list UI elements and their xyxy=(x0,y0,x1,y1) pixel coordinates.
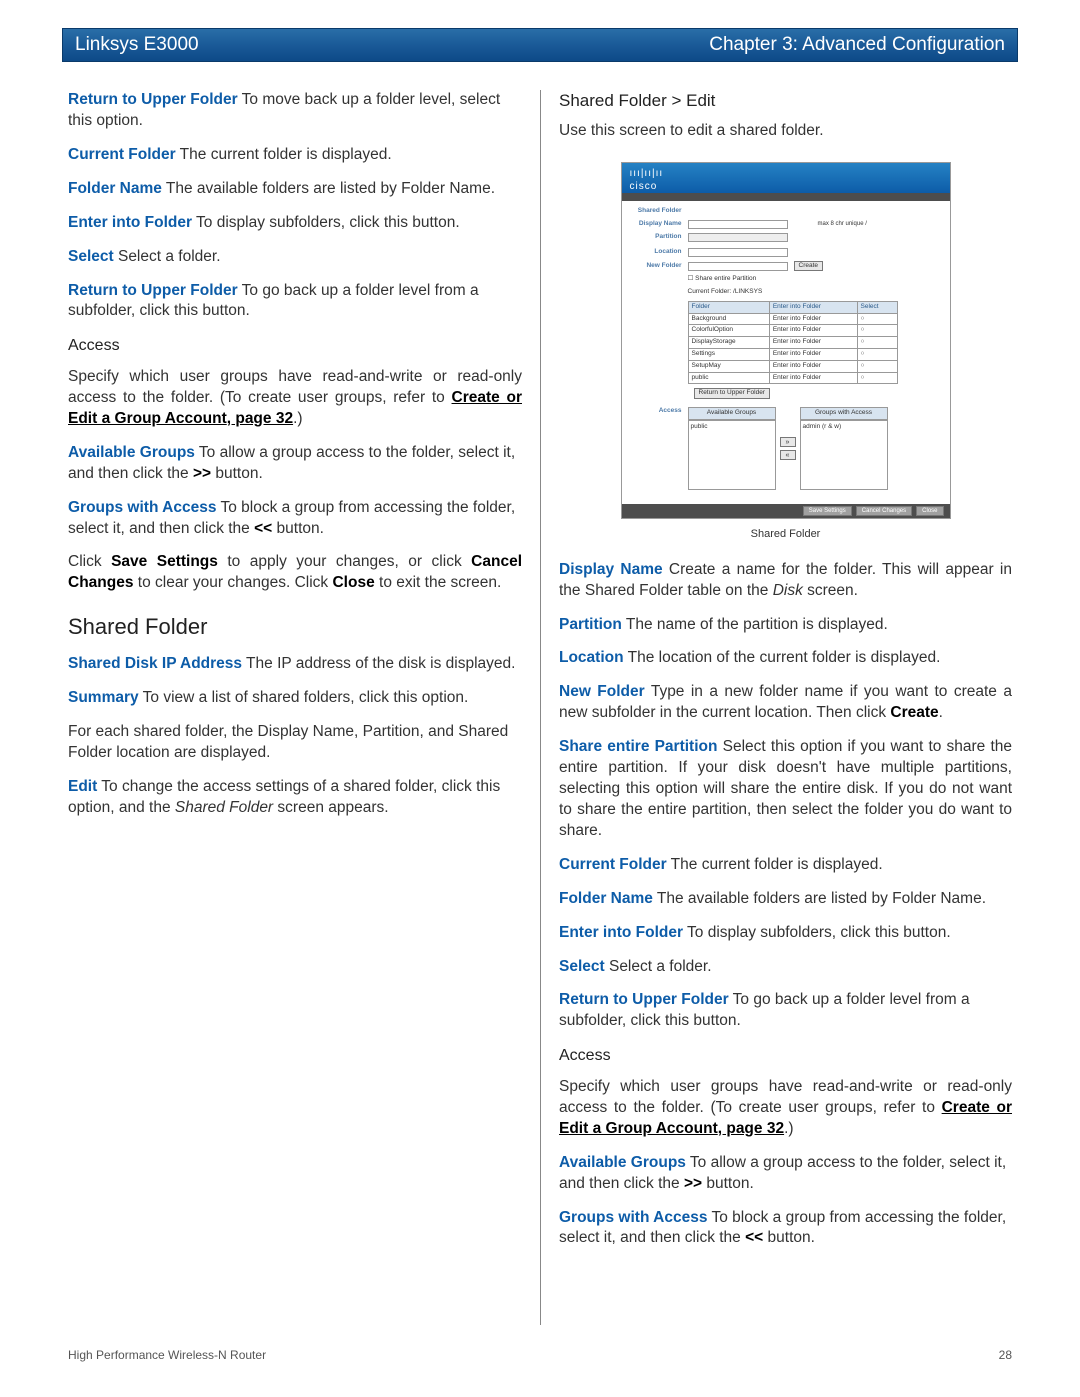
para: Edit To change the access settings of a … xyxy=(68,777,522,819)
section-heading: Shared Folder > Edit xyxy=(559,90,1012,113)
para: Groups with Access To block a group from… xyxy=(68,498,522,540)
cancel-changes-button: Cancel Changes xyxy=(856,506,912,516)
section-heading: Shared Folder xyxy=(68,612,522,642)
page-footer: High Performance Wireless-N Router 28 xyxy=(68,1347,1012,1363)
xref-page[interactable]: , page 32 xyxy=(718,1120,784,1137)
term-label: Partition xyxy=(559,616,622,633)
content-columns: Return to Upper Folder To move back up a… xyxy=(68,90,1012,1325)
para: Location The location of the current fol… xyxy=(559,648,1012,669)
figure-footer: Save Settings Cancel Changes Close xyxy=(622,504,950,518)
term-label: Return to Upper Folder xyxy=(68,282,238,299)
figure-header: ııı|ıı|ııcisco xyxy=(622,163,950,193)
term-label: Display Name xyxy=(559,561,663,578)
term-label: Return to Upper Folder xyxy=(68,91,238,108)
figure-tabs xyxy=(622,193,950,201)
para: Groups with Access To block a group from… xyxy=(559,1208,1012,1250)
para: Available Groups To allow a group access… xyxy=(68,443,522,485)
right-column: Shared Folder > Edit Use this screen to … xyxy=(540,90,1012,1325)
footer-text: High Performance Wireless-N Router xyxy=(68,1347,266,1363)
para: Return to Upper Folder To go back up a f… xyxy=(68,281,522,323)
close-button: Close xyxy=(916,506,943,516)
para: Current Folder The current folder is dis… xyxy=(559,855,1012,876)
available-groups-list: public xyxy=(688,420,776,490)
section-heading: Access xyxy=(559,1045,1012,1067)
folder-table: FolderEnter into FolderSelect Background… xyxy=(688,301,898,384)
para: Available Groups To allow a group access… xyxy=(559,1153,1012,1195)
term-label: Folder Name xyxy=(68,180,162,197)
para: Summary To view a list of shared folders… xyxy=(68,688,522,709)
para: Return to Upper Folder To go back up a f… xyxy=(559,990,1012,1032)
figure-body: Shared Folder Display Namemax 8 chr uniq… xyxy=(622,201,950,504)
groups-with-access-list: admin (r & w) xyxy=(800,420,888,490)
new-folder-input xyxy=(688,262,788,271)
para: Folder Name The available folders are li… xyxy=(68,179,522,200)
para: Current Folder The current folder is dis… xyxy=(68,145,522,166)
xref-page[interactable]: , page 32 xyxy=(227,410,293,427)
shared-folder-screenshot: ııı|ıı|ııcisco Shared Folder Display Nam… xyxy=(621,162,951,519)
para: Specify which user groups have read-and-… xyxy=(68,367,522,430)
term-label: New Folder xyxy=(559,683,645,700)
term-label: Groups with Access xyxy=(68,499,216,516)
create-button: Create xyxy=(794,261,824,272)
term-label: Groups with Access xyxy=(559,1209,707,1226)
term-label: Available Groups xyxy=(559,1154,686,1171)
term-label: Current Folder xyxy=(559,856,667,873)
para: Return to Upper Folder To move back up a… xyxy=(68,90,522,132)
para: Enter into Folder To display subfolders,… xyxy=(559,923,1012,944)
figure-caption: Shared Folder xyxy=(559,527,1012,542)
term-label: Shared Disk IP Address xyxy=(68,655,242,672)
para: New Folder Type in a new folder name if … xyxy=(559,682,1012,724)
location-input xyxy=(688,248,788,257)
chapter-title: Chapter 3: Advanced Configuration xyxy=(709,32,1005,58)
para: Use this screen to edit a shared folder. xyxy=(559,121,1012,142)
term-label: Select xyxy=(559,958,605,975)
para: Enter into Folder To display subfolders,… xyxy=(68,213,522,234)
para: Specify which user groups have read-and-… xyxy=(559,1077,1012,1140)
return-folder-button: Return to Upper Folder xyxy=(694,388,770,399)
display-name-input xyxy=(688,220,788,229)
section-heading: Access xyxy=(68,335,522,357)
para: Click Save Settings to apply your change… xyxy=(68,552,522,594)
product-name: Linksys E3000 xyxy=(75,32,199,58)
para: For each shared folder, the Display Name… xyxy=(68,722,522,764)
term-label: Folder Name xyxy=(559,890,653,907)
header-bar: Linksys E3000 Chapter 3: Advanced Config… xyxy=(62,28,1018,62)
para: Folder Name The available folders are li… xyxy=(559,889,1012,910)
left-column: Return to Upper Folder To move back up a… xyxy=(68,90,540,1325)
para: Select Select a folder. xyxy=(559,957,1012,978)
page-number: 28 xyxy=(999,1347,1012,1363)
para: Select Select a folder. xyxy=(68,247,522,268)
remove-group-button: « xyxy=(780,450,796,460)
term-label: Available Groups xyxy=(68,444,195,461)
term-label: Share entire Partition xyxy=(559,738,717,755)
term-label: Enter into Folder xyxy=(68,214,192,231)
term-label: Summary xyxy=(68,689,139,706)
para: Partition The name of the partition is d… xyxy=(559,615,1012,636)
term-label: Return to Upper Folder xyxy=(559,991,729,1008)
save-settings-button: Save Settings xyxy=(803,506,852,516)
term-label: Edit xyxy=(68,778,97,795)
term-label: Select xyxy=(68,248,114,265)
term-label: Current Folder xyxy=(68,146,176,163)
term-label: Location xyxy=(559,649,624,666)
para: Share entire Partition Select this optio… xyxy=(559,737,1012,842)
para: Shared Disk IP Address The IP address of… xyxy=(68,654,522,675)
partition-input xyxy=(688,233,788,242)
add-group-button: » xyxy=(780,437,796,447)
para: Display Name Create a name for the folde… xyxy=(559,560,1012,602)
term-label: Enter into Folder xyxy=(559,924,683,941)
